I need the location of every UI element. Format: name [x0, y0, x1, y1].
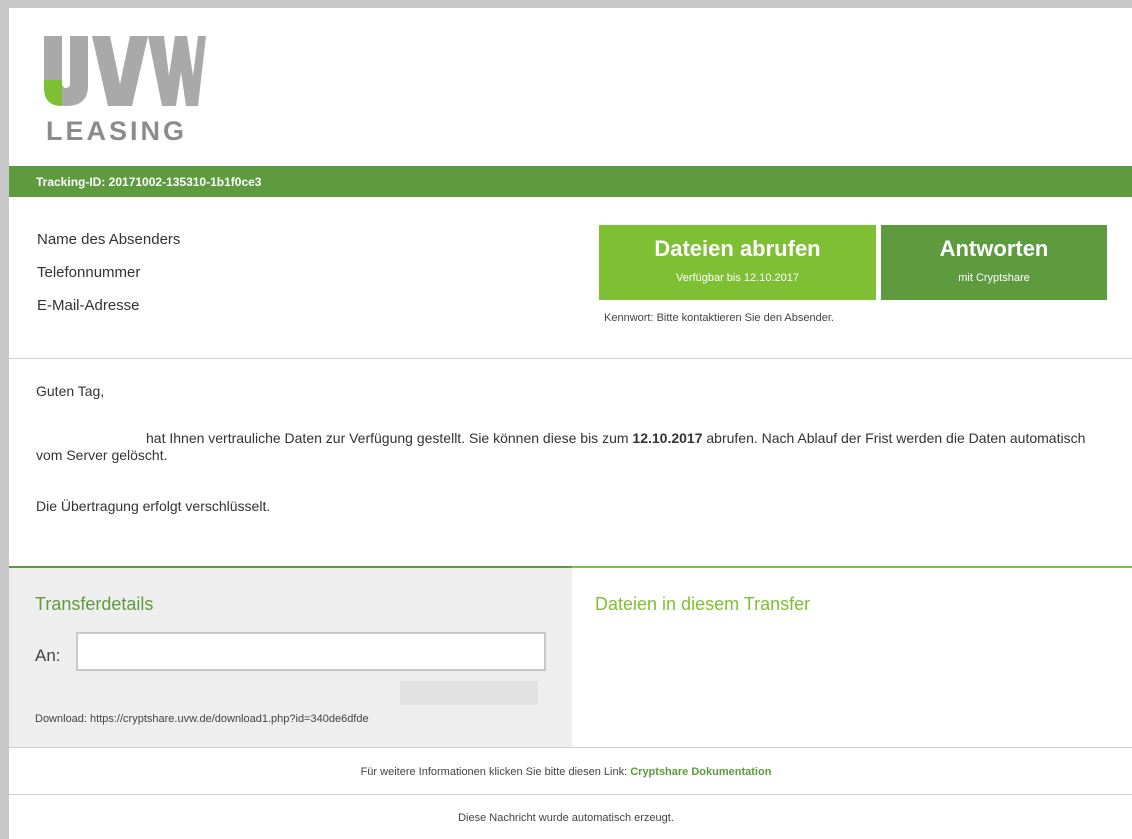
- sender-info: Name des Absenders Telefonnummer E-Mail-…: [37, 230, 180, 329]
- encryption-note: Die Übertragung erfolgt verschlüsselt.: [36, 498, 271, 514]
- footer-info-text: Für weitere Informationen klicken Sie bi…: [360, 766, 631, 778]
- transfer-details-title: Transferdetails: [35, 594, 154, 614]
- window-frame-top: [0, 0, 1132, 8]
- uvw-logo: LEASING: [36, 36, 216, 146]
- greeting: Guten Tag,: [36, 383, 105, 399]
- sender-email: E-Mail-Adresse: [37, 297, 140, 314]
- divider: [9, 358, 1132, 359]
- tracking-id: Tracking-ID: 20171002-135310-1b1f0ce3: [36, 175, 262, 189]
- redacted-block: [400, 681, 538, 705]
- tracking-bar: Tracking-ID: 20171002-135310-1b1f0ce3: [9, 166, 1132, 197]
- window-frame-left: [0, 0, 9, 839]
- download-files-button[interactable]: Dateien abrufen Verfügbar bis 12.10.2017: [599, 225, 876, 300]
- sender-name: Name des Absenders: [37, 231, 181, 248]
- sender-phone: Telefonnummer: [37, 264, 141, 281]
- auto-generated-note: Diese Nachricht wurde automatisch erzeug…: [458, 812, 674, 824]
- reply-button-subtitle: mit Cryptshare: [958, 272, 1030, 284]
- divider: [9, 747, 1132, 748]
- recipient-field[interactable]: [76, 632, 546, 671]
- download-link[interactable]: Download: https://cryptshare.uvw.de/down…: [35, 713, 369, 725]
- divider: [9, 794, 1132, 795]
- download-button-subtitle: Verfügbar bis 12.10.2017: [676, 272, 799, 284]
- password-note: Kennwort: Bitte kontaktieren Sie den Abs…: [604, 312, 834, 324]
- download-button-title: Dateien abrufen: [654, 236, 821, 261]
- cryptshare-doc-link[interactable]: Cryptshare Dokumentation: [630, 766, 771, 778]
- reply-button-title: Antworten: [939, 236, 1049, 261]
- message-body: hat Ihnen vertrauliche Daten zur Verfügu…: [36, 430, 1096, 464]
- files-title: Dateien in diesem Transfer: [595, 594, 811, 614]
- recipient-label: An:: [35, 646, 61, 665]
- reply-button[interactable]: Antworten mit Cryptshare: [881, 225, 1107, 300]
- message-text-before: hat Ihnen vertrauliche Daten zur Verfügu…: [146, 430, 633, 446]
- logo-wordmark: LEASING: [46, 116, 188, 146]
- footer-info: Für weitere Informationen klicken Sie bi…: [0, 766, 1132, 778]
- files-panel-border: [572, 566, 1132, 568]
- uvw-logo-mark: [44, 36, 206, 106]
- expiry-date: 12.10.2017: [632, 430, 703, 446]
